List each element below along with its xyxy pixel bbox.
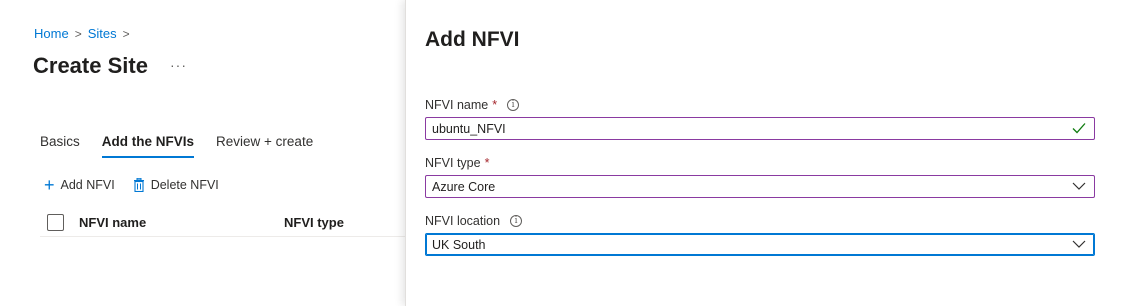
table-header: NFVI name NFVI type bbox=[40, 209, 405, 237]
wizard-tabs: Basics Add the NFVIs Review + create bbox=[40, 134, 313, 158]
column-header-nfvi-type[interactable]: NFVI type bbox=[284, 215, 344, 230]
nfvi-type-dropdown[interactable]: Azure Core bbox=[425, 175, 1095, 198]
more-options-icon[interactable]: ··· bbox=[170, 57, 187, 73]
add-nfvi-button[interactable]: + Add NFVI bbox=[44, 175, 115, 195]
nfvi-name-value: ubuntu_NFVI bbox=[432, 121, 506, 136]
add-nfvi-panel: Add NFVI NFVI name * i ubuntu_NFVI NFVI … bbox=[405, 0, 1148, 306]
delete-nfvi-label: Delete NFVI bbox=[150, 178, 219, 192]
toolbar: + Add NFVI Delete NFVI bbox=[44, 175, 219, 195]
info-icon[interactable]: i bbox=[507, 99, 520, 111]
chevron-down-icon bbox=[1072, 182, 1086, 190]
trash-icon bbox=[133, 178, 144, 192]
panel-title: Add NFVI bbox=[425, 28, 520, 51]
nfvi-location-dropdown[interactable]: UK South bbox=[425, 233, 1095, 256]
nfvi-type-label: NFVI type * bbox=[425, 156, 489, 170]
select-all-checkbox[interactable] bbox=[47, 214, 64, 231]
nfvi-name-label-text: NFVI name bbox=[425, 98, 489, 112]
breadcrumb-sites-link[interactable]: Sites bbox=[88, 26, 117, 41]
column-header-nfvi-name[interactable]: NFVI name bbox=[79, 215, 146, 230]
breadcrumb-home-link[interactable]: Home bbox=[34, 26, 69, 41]
breadcrumb-separator: > bbox=[74, 26, 82, 41]
nfvi-type-label-text: NFVI type bbox=[425, 156, 481, 170]
info-icon[interactable]: i bbox=[510, 215, 523, 227]
plus-icon: + bbox=[44, 175, 55, 195]
required-marker: * bbox=[492, 98, 498, 112]
add-nfvi-label: Add NFVI bbox=[60, 178, 115, 192]
delete-nfvi-button[interactable]: Delete NFVI bbox=[133, 178, 219, 192]
breadcrumb-separator: > bbox=[122, 26, 130, 41]
nfvi-name-input[interactable]: ubuntu_NFVI bbox=[425, 117, 1095, 140]
nfvi-location-label: NFVI location i bbox=[425, 214, 523, 228]
chevron-down-icon bbox=[1072, 240, 1086, 248]
create-site-page: Home > Sites > Create Site ··· Basics Ad… bbox=[0, 0, 405, 306]
required-marker: * bbox=[484, 156, 490, 170]
breadcrumb: Home > Sites > bbox=[34, 26, 130, 41]
checkmark-icon bbox=[1072, 123, 1086, 134]
tab-basics[interactable]: Basics bbox=[40, 134, 80, 158]
nfvi-type-value: Azure Core bbox=[432, 179, 496, 194]
nfvi-location-value: UK South bbox=[432, 237, 486, 252]
page-title: Create Site bbox=[33, 53, 148, 78]
nfvi-name-label: NFVI name * i bbox=[425, 98, 520, 112]
nfvi-location-label-text: NFVI location bbox=[425, 214, 501, 228]
tab-review-create[interactable]: Review + create bbox=[216, 134, 313, 158]
tab-add-nfvis[interactable]: Add the NFVIs bbox=[101, 134, 195, 158]
